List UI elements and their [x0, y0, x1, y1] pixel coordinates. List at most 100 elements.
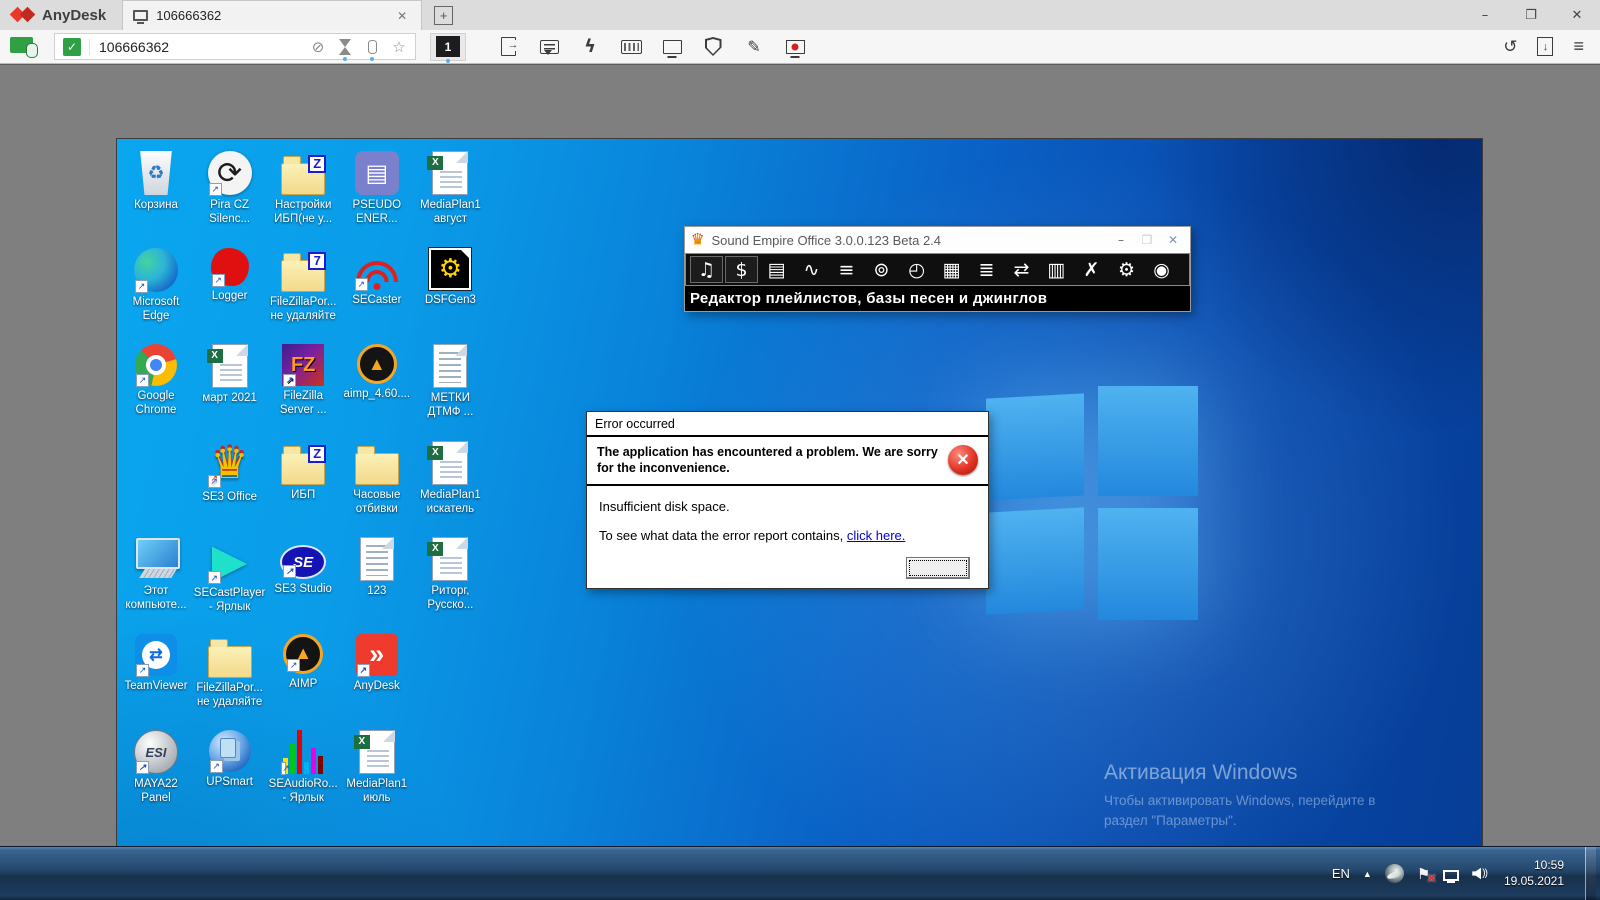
- screen-privacy-icon[interactable]: ⊘: [310, 38, 326, 56]
- session-wait-icon: [339, 39, 351, 55]
- session-tab[interactable]: 106666362 ✕: [122, 0, 422, 30]
- documents-icon[interactable]: ▤: [760, 256, 793, 283]
- desktop-icon[interactable]: ♻Корзина: [117, 151, 195, 212]
- minimize-button[interactable]: –: [1462, 0, 1508, 30]
- action-center-flag-icon[interactable]: ⚑ ✕: [1417, 865, 1430, 883]
- desktop-icon[interactable]: 7FileZillaPor... не удаляйте: [264, 248, 342, 324]
- tools-icon[interactable]: ✗: [1075, 256, 1108, 283]
- dialog-header-band: The application has encountered a proble…: [587, 435, 988, 486]
- display-settings-icon: [663, 40, 682, 54]
- billing-icon[interactable]: $: [725, 256, 758, 283]
- tray-expand-icon[interactable]: ▲: [1363, 869, 1372, 879]
- folder-icon: Z: [281, 163, 325, 195]
- log-book-icon[interactable]: ≣: [970, 256, 1003, 283]
- tab-close-icon[interactable]: ✕: [393, 7, 411, 25]
- desktop-icon[interactable]: ▤PSEUDO ENER...: [338, 151, 416, 227]
- grid-planner-icon[interactable]: ▦: [935, 256, 968, 283]
- shortcut-arrow-icon: ↗: [281, 762, 286, 775]
- close-button[interactable]: ✕: [1162, 233, 1184, 247]
- database-icon[interactable]: ▥: [1040, 256, 1073, 283]
- desktop-icon[interactable]: SE↗SE3 Studio: [264, 537, 342, 596]
- desktop-icon[interactable]: XMediaPlan1 август: [411, 151, 489, 227]
- address-bar[interactable]: ✓ 106666362 ⊘☆: [54, 33, 416, 60]
- session-wait-icon[interactable]: [337, 38, 353, 56]
- close-button[interactable]: ✕: [1554, 0, 1600, 30]
- desktop-icon[interactable]: ▲aimp_4.60....: [338, 344, 416, 401]
- clipboard-sync-icon[interactable]: [364, 38, 380, 56]
- desktop-icon[interactable]: ⚙DSFGen3: [411, 248, 489, 307]
- desktop-icon[interactable]: Этот компьюте...: [117, 537, 195, 613]
- session-tab-title: 106666362: [156, 8, 393, 23]
- volume-icon[interactable]: [1472, 868, 1487, 880]
- desktop-icon[interactable]: Часовые отбивки: [338, 441, 416, 517]
- click-here-link[interactable]: click here.: [847, 528, 906, 543]
- scheduler-icon[interactable]: ◴: [900, 256, 933, 283]
- clock[interactable]: 10:59 19.05.2021: [1504, 858, 1564, 889]
- language-indicator[interactable]: EN: [1332, 866, 1350, 881]
- display-settings-icon[interactable]: [660, 35, 684, 59]
- favorite-star-icon[interactable]: ☆: [391, 38, 407, 56]
- desktop-icon[interactable]: ⟳↗Pira CZ Silenc...: [191, 151, 269, 227]
- desktop-icon[interactable]: ♛↗SE3 Office: [191, 441, 269, 504]
- monitor-1-badge: 1: [436, 36, 460, 57]
- waveform-icon[interactable]: ∿: [795, 256, 828, 283]
- remote-desktop[interactable]: ♻Корзина⟳↗Pira CZ Silenc...ZНастройки ИБ…: [116, 138, 1483, 900]
- desktop-icon[interactable]: ↗UPSmart: [191, 730, 269, 789]
- session-stage: ♻Корзина⟳↗Pira CZ Silenc...ZНастройки ИБ…: [0, 64, 1600, 846]
- record-session-icon[interactable]: [783, 35, 807, 59]
- desktop-icon[interactable]: ↗SEAudioRo... - Ярлык: [264, 730, 342, 806]
- history-icon[interactable]: ↺: [1503, 37, 1517, 57]
- desktop-icon[interactable]: FileZillaPor... не удаляйте: [191, 634, 269, 710]
- desktop-icon[interactable]: МЕТКИ ДТМФ ...: [411, 344, 489, 420]
- desktop-icon[interactable]: ↗Google Chrome: [117, 344, 195, 418]
- desktop-icon[interactable]: ▲↗AIMP: [264, 634, 342, 691]
- playlist-list-icon[interactable]: ≡: [830, 256, 863, 283]
- desktop-icon[interactable]: ZНастройки ИБП(не у...: [264, 151, 342, 227]
- monitor-1-button[interactable]: 1: [430, 33, 466, 61]
- shortcut-arrow-icon: ↗: [355, 278, 368, 291]
- import-export-icon[interactable]: ⇄: [1005, 256, 1038, 283]
- chat-icon[interactable]: [537, 35, 561, 59]
- desktop-icon[interactable]: FZ↗FileZilla Server ...: [264, 344, 342, 418]
- keyboard-settings-icon[interactable]: [619, 35, 643, 59]
- desktop-icon[interactable]: XMediaPlan1 искатель: [411, 441, 489, 517]
- desktop-icon[interactable]: »↗AnyDesk: [338, 634, 416, 693]
- file-transfer-icon[interactable]: [496, 35, 520, 59]
- ok-button[interactable]: [906, 557, 970, 579]
- desktop-icon-label: ИБП: [264, 488, 342, 502]
- sound-empire-title-bar[interactable]: ♛ Sound Empire Office 3.0.0.123 Beta 2.4…: [685, 227, 1190, 253]
- network-icon[interactable]: [1443, 870, 1459, 881]
- edge-icon: ↗: [134, 248, 178, 292]
- whiteboard-icon[interactable]: ✎: [742, 35, 766, 59]
- desktop-icon[interactable]: ESI↗MAYA22 Panel: [117, 730, 195, 806]
- actions-icon[interactable]: ϟ: [578, 35, 602, 59]
- maximize-button[interactable]: ❒: [1136, 233, 1158, 247]
- minimize-button[interactable]: –: [1110, 233, 1132, 247]
- broadcast-icon[interactable]: ⊚: [865, 256, 898, 283]
- desktop-icon-label: TeamViewer: [117, 679, 195, 693]
- tray-app-icon[interactable]: [1385, 864, 1404, 883]
- new-session-button[interactable]: +: [434, 6, 453, 25]
- desktop-icon[interactable]: ⇄↗TeamViewer: [117, 634, 195, 693]
- restore-button[interactable]: ❐: [1508, 0, 1554, 30]
- windows-logo-wallpaper: [986, 386, 1200, 622]
- desktop-icon[interactable]: XMediaPlan1 июль: [338, 730, 416, 806]
- permissions-icon[interactable]: [701, 35, 725, 59]
- playlist-editor-icon[interactable]: ♫: [690, 256, 723, 283]
- watermark-line3: раздел "Параметры".: [1104, 813, 1237, 828]
- settings-gear-icon[interactable]: ⚙: [1110, 256, 1143, 283]
- show-desktop-button[interactable]: [1585, 847, 1596, 900]
- view-eye-icon[interactable]: ◉: [1145, 256, 1178, 283]
- desktop-icon[interactable]: ↗Logger: [191, 248, 269, 303]
- desktop-icon[interactable]: 123: [338, 537, 416, 598]
- download-icon[interactable]: ↓: [1537, 37, 1553, 56]
- desktop-icon[interactable]: XРиторг, Русско...: [411, 537, 489, 613]
- desktop-icon[interactable]: ↗Microsoft Edge: [117, 248, 195, 324]
- shortcut-arrow-icon: ↗: [357, 664, 370, 677]
- folder-badge: Z: [308, 445, 326, 463]
- desktop-icon[interactable]: Z ИБП: [264, 441, 342, 502]
- desktop-icon[interactable]: ↗SECaster: [338, 248, 416, 307]
- desktop-icon[interactable]: ▶↗SECastPlayer - Ярлык: [191, 537, 269, 615]
- desktop-icon[interactable]: Xмарт 2021: [191, 344, 269, 405]
- menu-icon[interactable]: ≡: [1573, 36, 1584, 57]
